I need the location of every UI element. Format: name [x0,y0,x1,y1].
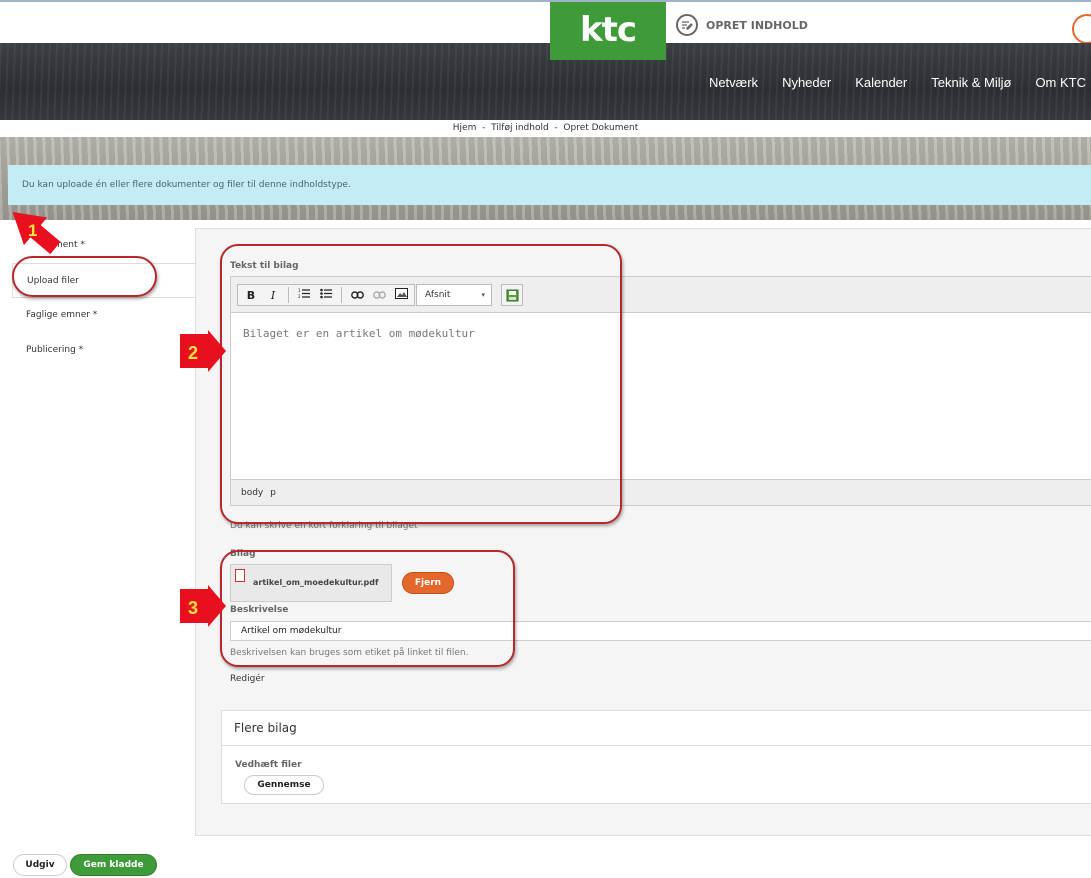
browse-button[interactable]: Gennemse [244,775,324,795]
attach-files-label: Vedhæft filer [235,760,302,770]
edit-icon [676,14,698,36]
nav-item-teknik-miljo[interactable]: Teknik & Miljø [931,75,1011,90]
breadcrumb-add-content[interactable]: Tilføj indhold [491,123,549,133]
breadcrumb-separator: - [554,123,558,133]
info-message: Du kan uploade én eller flere dokumenter… [8,165,1091,205]
more-attachments-panel: Flere bilag Vedhæft filer Gennemse [221,710,1091,804]
ktc-logo[interactable]: ktc [550,2,666,60]
annotation-ring-3 [220,550,515,667]
main-navigation-bar: Netværk Nyheder Kalender Teknik & Miljø … [0,43,1091,120]
annotation-marker-1: 1 [2,208,68,260]
edit-link[interactable]: Redigér [230,674,265,684]
marker-1-label: 1 [28,221,37,240]
create-content-label: OPRET INDHOLD [706,18,808,32]
create-content-link[interactable]: OPRET INDHOLD [676,13,808,37]
nav-item-nyheder[interactable]: Nyheder [782,75,831,90]
publish-button[interactable]: Udgiv [13,854,67,876]
marker-2-label: 2 [188,343,198,363]
annotation-marker-2: 2 [180,330,228,378]
breadcrumb-home[interactable]: Hjem [453,123,477,133]
annotation-ring-1 [12,256,157,297]
user-menu-icon[interactable] [1072,14,1091,44]
more-attachments-title: Flere bilag [222,711,1091,746]
top-bar: OPRET INDHOLD [0,0,1091,44]
breadcrumb-current: Opret Dokument [563,123,639,133]
tab-publicering[interactable]: Publicering * [12,333,196,368]
nav-item-om-ktc[interactable]: Om KTC [1035,75,1086,90]
nav-item-kalender[interactable]: Kalender [855,75,907,90]
tab-publicering-label: Publicering * [26,345,84,355]
tab-faglige-emner-label: Faglige emner * [26,310,98,320]
breadcrumb: Hjem - Tilføj indhold - Opret Dokument [0,120,1091,137]
nav-item-netvaerk[interactable]: Netværk [709,75,758,90]
annotation-ring-2 [220,244,622,524]
tab-faglige-emner[interactable]: Faglige emner * [12,298,196,333]
marker-3-label: 3 [188,598,198,618]
breadcrumb-separator: - [482,123,486,133]
main-nav: Netværk Nyheder Kalender Teknik & Miljø … [709,75,1086,90]
save-draft-button[interactable]: Gem kladde [70,854,157,876]
annotation-marker-3: 3 [180,585,228,633]
